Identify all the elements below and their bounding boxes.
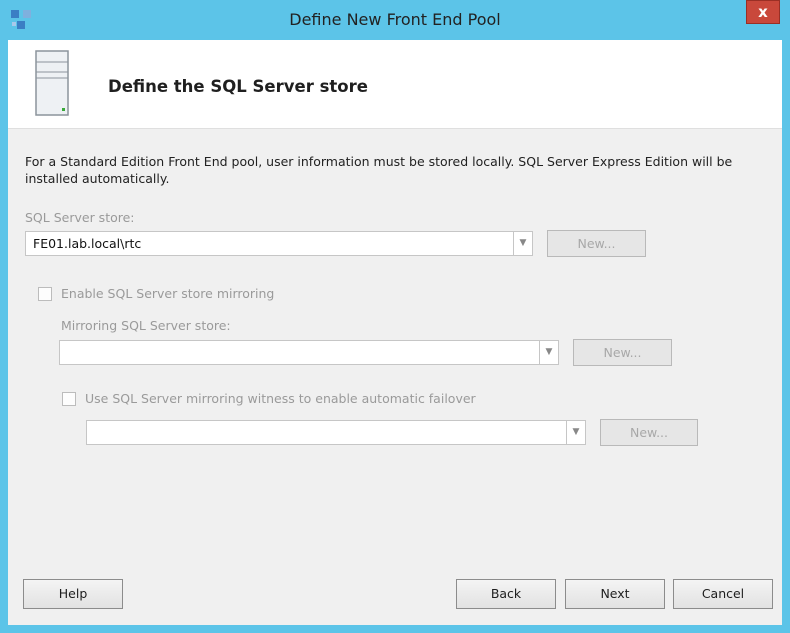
window-title: Define New Front End Pool — [289, 10, 501, 29]
description-text: For a Standard Edition Front End pool, u… — [25, 154, 733, 186]
checkbox-box[interactable] — [38, 286, 52, 301]
checkbox-box[interactable] — [62, 391, 76, 406]
title-bar[interactable]: Define New Front End Pool x — [0, 0, 790, 40]
sql-store-combobox[interactable]: FE01.lab.local\rtc ▼ — [25, 231, 533, 256]
sql-store-value: FE01.lab.local\rtc — [33, 236, 142, 251]
sql-store-label: SQL Server store: — [25, 210, 135, 225]
mirroring-store-new-button[interactable]: New... — [573, 339, 672, 366]
dialog-window: Define New Front End Pool x Define the S… — [0, 0, 790, 633]
witness-new-button[interactable]: New... — [600, 419, 698, 446]
chevron-down-icon[interactable]: ▼ — [513, 232, 532, 255]
server-icon — [35, 50, 69, 116]
close-button[interactable]: x — [746, 0, 780, 24]
mirroring-store-label: Mirroring SQL Server store: — [61, 318, 231, 333]
page-title: Define the SQL Server store — [108, 77, 368, 96]
header-band: Define the SQL Server store — [8, 40, 782, 129]
sql-store-new-button[interactable]: New... — [547, 230, 646, 257]
help-button[interactable]: Help — [23, 579, 123, 609]
enable-mirroring-label: Enable SQL Server store mirroring — [61, 286, 275, 301]
dialog-body: Define the SQL Server store For a Standa… — [8, 40, 782, 625]
cancel-button[interactable]: Cancel — [673, 579, 773, 609]
mirroring-store-combobox[interactable]: ▼ — [59, 340, 559, 365]
witness-combobox[interactable]: ▼ — [86, 420, 586, 445]
back-button[interactable]: Back — [456, 579, 556, 609]
witness-checkbox[interactable]: Use SQL Server mirroring witness to enab… — [62, 391, 476, 406]
chevron-down-icon[interactable]: ▼ — [539, 341, 558, 364]
close-icon: x — [758, 3, 768, 21]
next-button[interactable]: Next — [565, 579, 665, 609]
enable-mirroring-checkbox[interactable]: Enable SQL Server store mirroring — [38, 286, 274, 301]
witness-label: Use SQL Server mirroring witness to enab… — [85, 391, 476, 406]
chevron-down-icon[interactable]: ▼ — [566, 421, 585, 444]
